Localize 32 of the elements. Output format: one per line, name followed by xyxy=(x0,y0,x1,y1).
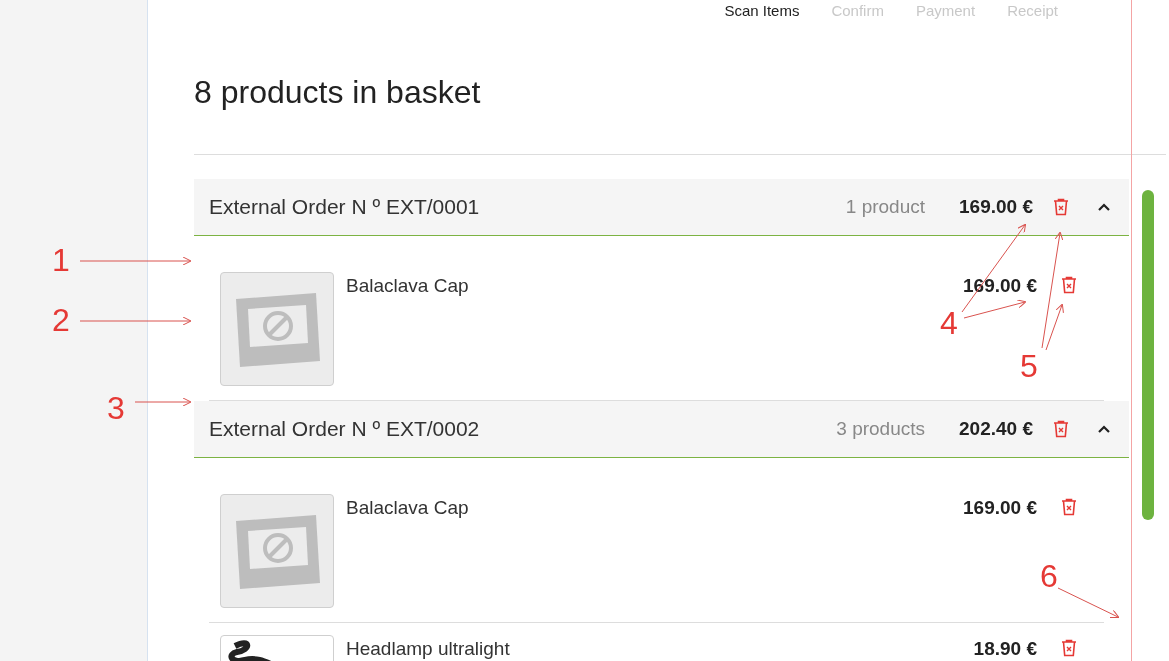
trash-icon[interactable] xyxy=(1061,498,1077,516)
order-header[interactable]: External Order N º EXT/0002 3 products 202.40 € xyxy=(194,401,1129,458)
annotation-number: 3 xyxy=(107,390,125,426)
step-tab[interactable]: Scan Items xyxy=(724,0,800,23)
chevron-up-icon[interactable] xyxy=(1097,202,1111,212)
scrollbar-thumb[interactable] xyxy=(1142,190,1154,520)
annotation-arrow xyxy=(134,397,192,407)
product-count: 3 products xyxy=(836,416,926,441)
annotation-arrow xyxy=(1057,587,1120,619)
annotation-number: 2 xyxy=(52,302,70,338)
product-name: Headlamp ultralight xyxy=(346,637,511,661)
product-price: 169.00 € xyxy=(963,496,1037,520)
product-price: 18.90 € xyxy=(973,637,1037,661)
annotation-number: 6 xyxy=(1040,558,1058,594)
annotation-number: 1 xyxy=(52,242,70,278)
order-title: External Order N º EXT/0002 xyxy=(209,416,481,443)
order-header[interactable]: External Order N º EXT/0001 1 product 169.00 € xyxy=(194,179,1129,236)
trash-icon[interactable] xyxy=(1061,639,1077,657)
order-title: External Order N º EXT/0001 xyxy=(209,194,481,221)
product-name: Balaclava Cap xyxy=(346,274,470,298)
trash-icon[interactable] xyxy=(1061,276,1077,294)
product-name: Balaclava Cap xyxy=(346,496,470,520)
chevron-up-icon[interactable] xyxy=(1097,424,1111,434)
order-total: 202.40 € xyxy=(959,416,1033,441)
annotation-number: 5 xyxy=(1020,348,1038,384)
trash-icon[interactable] xyxy=(1053,420,1069,438)
product-price: 169.00 € xyxy=(963,274,1037,298)
product-count: 1 product xyxy=(845,194,926,219)
trash-icon[interactable] xyxy=(1053,198,1069,216)
annotation-number: 4 xyxy=(940,305,958,341)
basket-title: 8 products in basket xyxy=(194,73,481,112)
order-total: 169.00 € xyxy=(959,194,1033,219)
